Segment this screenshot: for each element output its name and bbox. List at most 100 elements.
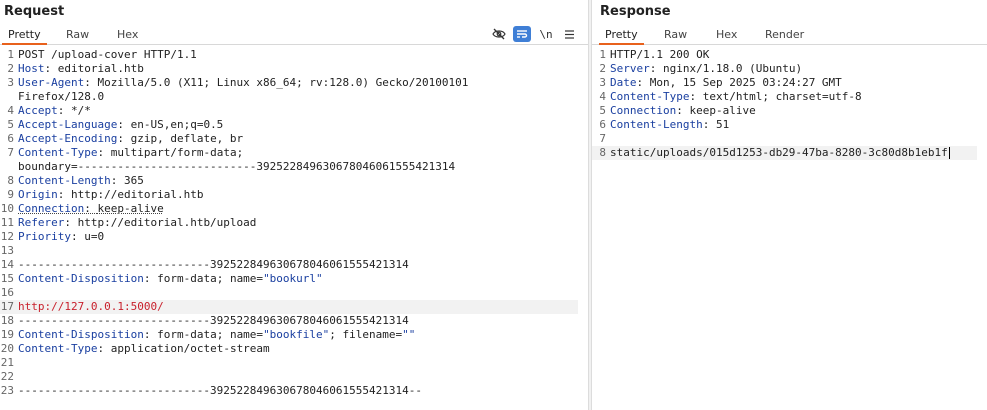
request-line: 13 [0, 244, 578, 258]
line-code: Referer: http://editorial.htb/upload [18, 216, 256, 230]
response-line: 5 Connection: keep-alive [592, 104, 977, 118]
header-sep: : [117, 132, 131, 145]
header-name: Referer [18, 216, 65, 229]
line-number: 8 [7, 174, 14, 187]
header-sep: : [57, 104, 71, 117]
line-code: Firefox/128.0 [18, 90, 104, 104]
request-line: 8 Content-Length: 365 [0, 174, 578, 188]
request-line: Firefox/128.0 [0, 90, 578, 104]
line-number: 18 [0, 314, 14, 327]
line-code: Accept-Encoding: gzip, deflate, br [18, 132, 243, 146]
line-code: Content-Disposition: form-data; name="bo… [18, 328, 415, 342]
line-number: 1 [599, 48, 606, 61]
request-pane: Request Pretty Raw Hex \n 1 POST /upload-… [0, 0, 588, 410]
request-tab-raw[interactable]: Raw [60, 25, 95, 45]
line-number: 12 [0, 230, 14, 243]
response-tab-pretty[interactable]: Pretty [599, 25, 644, 45]
header-sep: : [689, 90, 703, 103]
response-line: 6 Content-Length: 51 [592, 118, 977, 132]
line-code: Connection: keep-alive [610, 104, 756, 118]
header-name: Content-Disposition [18, 328, 144, 341]
request-toolbar: \n [490, 25, 580, 43]
request-line: 11 Referer: http://editorial.htb/upload [0, 216, 578, 230]
line-code: User-Agent: Mozilla/5.0 (X11; Linux x86_… [18, 76, 468, 90]
header-sep: : [64, 216, 78, 229]
line-text: -----------------------------39252284963… [18, 258, 409, 271]
header-value: application/octet-stream [110, 342, 270, 355]
header-name: Host [18, 62, 45, 75]
response-line: 4 Content-Type: text/html; charset=utf-8 [592, 90, 977, 104]
response-tab-hex[interactable]: Hex [710, 25, 743, 45]
line-number: 8 [599, 146, 606, 159]
line-text: -----------------------------39252284963… [18, 314, 409, 327]
line-number: 15 [0, 272, 14, 285]
header-sep: : [110, 174, 124, 187]
line-number: 7 [599, 132, 606, 145]
line-code: Host: editorial.htb [18, 62, 144, 76]
line-code: -----------------------------39252284963… [18, 384, 422, 398]
request-line: 16 [0, 286, 578, 300]
newline-toggle[interactable]: \n [537, 26, 555, 42]
header-name: Connection [610, 104, 677, 117]
hamburger-menu-icon[interactable] [560, 26, 578, 42]
request-line: 2 Host: editorial.htb [0, 62, 578, 76]
response-tab-render[interactable]: Render [759, 25, 810, 45]
line-number: 16 [0, 286, 14, 299]
line-code: Origin: http://editorial.htb [18, 188, 203, 202]
request-line: 14 -----------------------------392522849… [0, 258, 578, 272]
header-sep: : [143, 272, 158, 285]
request-line: 19 Content-Disposition: form-data; name="… [0, 328, 578, 342]
request-line: 1 POST /upload-cover HTTP/1.1 [0, 48, 578, 62]
line-code: -----------------------------39252284963… [18, 258, 409, 272]
line-code: static/uploads/015d1253-db29-47ba-8280-3… [610, 146, 950, 160]
header-value: http://editorial.htb/upload [77, 216, 257, 229]
line-number: 10 [0, 202, 14, 215]
header-sep: : [70, 230, 85, 243]
header-sep: : [44, 62, 58, 75]
line-number: 9 [7, 188, 14, 201]
header-value: u=0 [84, 230, 105, 243]
line-code: -----------------------------39252284963… [18, 314, 409, 328]
request-line: 18 -----------------------------392522849… [0, 314, 578, 328]
line-number: 17 [0, 300, 14, 313]
header-value: 365 [123, 174, 144, 187]
header-value: 51 [715, 118, 730, 131]
line-text: POST /upload-cover HTTP/1.1 [18, 48, 197, 61]
response-tab-raw[interactable]: Raw [658, 25, 693, 45]
line-number: 2 [599, 62, 606, 75]
header-value: text/html; charset=utf-8 [702, 90, 862, 103]
header-name: Date [610, 76, 637, 89]
header-sep: : [676, 104, 690, 117]
line-number: 1 [7, 48, 14, 61]
line-number: 3 [599, 76, 606, 89]
line-code: Content-Type: multipart/form-data; [18, 146, 243, 160]
request-line: 20 Content-Type: application/octet-stream [0, 342, 578, 356]
request-title: Request [4, 4, 65, 19]
line-number: 4 [7, 104, 14, 117]
response-editor[interactable]: 1 HTTP/1.1 200 OK 2 Server: nginx/1.18.0 (U… [592, 48, 987, 410]
line-text: boundary=---------------------------3925… [18, 160, 456, 173]
header-value: */* [71, 104, 91, 117]
request-editor[interactable]: 1 POST /upload-cover HTTP/1.1 2 Host: edito… [0, 48, 588, 410]
request-line: boundary=---------------------------3925… [0, 160, 578, 174]
request-tab-hex[interactable]: Hex [111, 25, 144, 45]
quoted-value: "bookurl" [263, 272, 323, 285]
line-number: 3 [7, 76, 14, 89]
line-number: 22 [0, 370, 14, 383]
header-value: Mozilla/5.0 (X11; Linux x86_64; rv:128.0… [97, 76, 469, 89]
quoted-value: "" [402, 328, 416, 341]
request-line: 4 Accept: */* [0, 104, 578, 118]
line-code: http://127.0.0.1:5000/ [18, 300, 164, 314]
response-tabbar: Pretty Raw Hex Render [592, 25, 987, 45]
header-sep: : [84, 202, 98, 215]
header-name: User-Agent [18, 76, 85, 89]
header-sep: : [97, 146, 111, 159]
header-value: nginx/1.18.0 (Ubuntu) [663, 62, 803, 75]
response-line: 1 HTTP/1.1 200 OK [592, 48, 977, 62]
eye-slash-icon[interactable] [490, 26, 508, 42]
line-number: 19 [0, 328, 14, 341]
request-tab-pretty[interactable]: Pretty [2, 25, 47, 45]
header-name: Content-Type [18, 342, 98, 355]
word-wrap-icon[interactable] [513, 26, 531, 42]
header-value: en-US,en;q=0.5 [130, 118, 224, 131]
